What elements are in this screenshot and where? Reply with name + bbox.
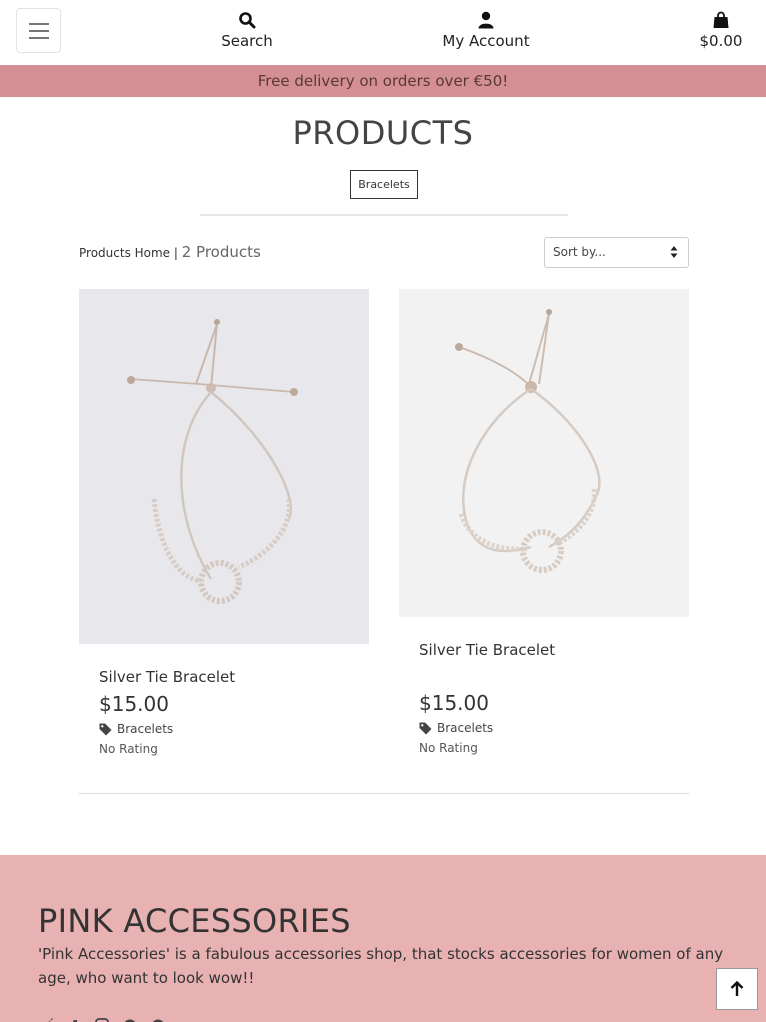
delivery-banner-text: Free delivery on orders over €50! <box>257 72 509 90</box>
product-category-label: Bracelets <box>117 722 174 736</box>
product-image[interactable] <box>79 289 369 644</box>
footer-about-text: 'Pink Accessories' is a fabulous accesso… <box>38 945 724 987</box>
page-title: PRODUCTS <box>292 114 474 152</box>
my-account-label: My Account <box>442 32 530 50</box>
footer: PINK ACCESSORIES 'Pink Accessories' is a… <box>0 855 766 1022</box>
my-account-link[interactable]: My Account <box>428 10 544 50</box>
bag-total: $0.00 <box>699 32 743 50</box>
sort-arrows-icon <box>670 246 678 258</box>
user-icon <box>478 11 494 29</box>
facebook-icon[interactable] <box>66 1013 82 1022</box>
hamburger-icon-bar <box>28 29 49 32</box>
shopping-bag-link[interactable]: $0.00 <box>686 10 756 50</box>
hamburger-icon-bar <box>28 22 49 25</box>
product-rating: No Rating <box>419 741 478 755</box>
top-navbar: Search My Account $0.00 <box>0 0 766 64</box>
divider <box>200 214 568 216</box>
product-category[interactable]: Bracelets <box>99 722 369 736</box>
products-home-link[interactable]: Products Home <box>79 246 170 260</box>
product-category-label: Bracelets <box>437 721 494 735</box>
tag-icon <box>419 722 432 734</box>
bracelet-image <box>127 319 298 604</box>
shopping-bag-icon <box>713 11 729 28</box>
product-rating: No Rating <box>99 742 158 756</box>
product-price: $15.00 <box>99 692 169 716</box>
divider <box>79 793 689 794</box>
tag-icon <box>99 723 112 735</box>
search-label: Search <box>221 32 273 50</box>
bracelet-image <box>455 309 601 573</box>
search-icon <box>239 12 256 29</box>
breadcrumb-separator: | <box>170 246 182 260</box>
sort-select[interactable]: Sort by... <box>544 237 689 268</box>
product-card[interactable]: Silver Tie Bracelet $15.00 Bracelets No … <box>399 289 689 755</box>
twitter-icon[interactable] <box>38 1013 54 1022</box>
instagram-icon[interactable] <box>94 1013 110 1022</box>
category-badge-bracelets[interactable]: Bracelets <box>350 170 418 199</box>
pinterest-icon[interactable] <box>122 1013 138 1022</box>
delivery-banner: Free delivery on orders over €50! <box>0 65 766 97</box>
product-price: $15.00 <box>419 691 489 715</box>
back-to-top-button[interactable] <box>716 968 758 1010</box>
search-link[interactable]: Search <box>208 10 286 50</box>
pinterest-icon[interactable] <box>150 1013 166 1022</box>
product-name[interactable]: Silver Tie Bracelet <box>99 668 369 686</box>
social-links <box>38 1013 166 1022</box>
sort-select-value: Sort by... <box>553 245 606 259</box>
hamburger-icon-bar <box>28 36 49 39</box>
hamburger-menu-button[interactable] <box>16 8 61 53</box>
arrow-up-icon <box>730 981 744 996</box>
product-image[interactable] <box>399 289 689 617</box>
breadcrumb: Products Home | 2 Products <box>79 243 261 261</box>
category-badge-label: Bracelets <box>358 178 410 191</box>
product-card[interactable]: Silver Tie Bracelet $15.00 Bracelets No … <box>79 289 369 756</box>
product-category[interactable]: Bracelets <box>419 721 689 735</box>
product-name[interactable]: Silver Tie Bracelet <box>419 641 689 659</box>
footer-brand: PINK ACCESSORIES <box>38 902 351 940</box>
product-count: 2 Products <box>181 243 261 261</box>
